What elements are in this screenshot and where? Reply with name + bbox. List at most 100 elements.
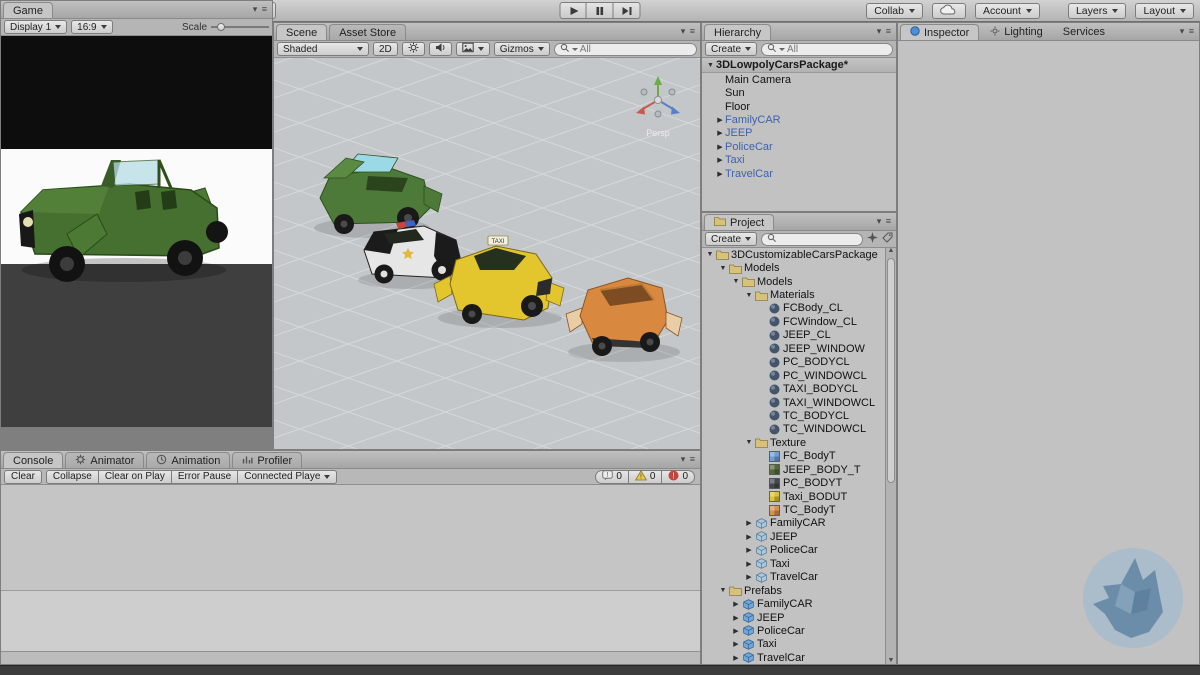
collapsed-arrow-icon[interactable]: ▶ (744, 519, 754, 527)
project-item-prefabs[interactable]: ▼Prefabs (702, 584, 885, 597)
collapsed-arrow-icon[interactable]: ▶ (731, 627, 741, 635)
project-item-3dcustomizablecarspackage[interactable]: ▼3DCustomizableCarsPackage (702, 248, 885, 261)
collapsed-arrow-icon[interactable]: ▶ (744, 546, 754, 554)
gizmo-center[interactable] (654, 96, 661, 103)
expanded-arrow-icon[interactable]: ▼ (705, 62, 716, 69)
project-item-travelcar[interactable]: ▶TravelCar (702, 571, 885, 584)
project-item-policecar[interactable]: ▶PoliceCar (702, 624, 885, 637)
collapsed-arrow-icon[interactable]: ▶ (744, 533, 754, 541)
panel-menu-icon[interactable]: ▾ ≡ (681, 454, 696, 465)
collapsed-arrow-icon[interactable]: ▶ (744, 573, 754, 581)
project-item-jeep[interactable]: ▶JEEP (702, 611, 885, 624)
pause-button[interactable] (587, 2, 614, 19)
collapsed-arrow-icon[interactable]: ▶ (715, 156, 725, 164)
project-item-taxi[interactable]: ▶Taxi (702, 557, 885, 570)
display-dropdown[interactable]: Display 1 (4, 20, 67, 34)
tab-lighting[interactable]: Lighting (981, 24, 1052, 40)
collapsed-arrow-icon[interactable]: ▶ (731, 640, 741, 648)
scene-search-input[interactable]: All (554, 43, 697, 56)
project-item-taxi_windowcl[interactable]: TAXI_WINDOWCL (702, 396, 885, 409)
hierarchy-item-sun[interactable]: Sun (702, 86, 896, 99)
scene-audio-toggle[interactable] (429, 42, 452, 56)
hierarchy-create-dropdown[interactable]: Create (705, 42, 757, 56)
layers-dropdown[interactable]: Layers (1068, 3, 1127, 19)
collab-dropdown[interactable]: Collab (866, 3, 923, 19)
panel-menu-icon[interactable]: ▾ ≡ (681, 26, 696, 37)
persp-label[interactable]: Persp (646, 128, 670, 138)
project-item-fcbody_cl[interactable]: FCBody_CL (702, 302, 885, 315)
hierarchy-scene-root[interactable]: ▼ 3DLowpolyCarsPackage* (702, 58, 896, 73)
scroll-down-icon[interactable]: ▼ (886, 657, 896, 664)
project-create-dropdown[interactable]: Create (705, 232, 757, 246)
shading-mode-dropdown[interactable]: Shaded (277, 42, 369, 56)
collapsed-arrow-icon[interactable]: ▶ (744, 560, 754, 568)
collapsed-arrow-icon[interactable]: ▶ (731, 614, 741, 622)
search-filter-caret-icon[interactable] (572, 48, 578, 51)
connected-player-dropdown[interactable]: Connected Playe (238, 470, 337, 484)
project-search-input[interactable] (761, 233, 863, 246)
tab-hierarchy[interactable]: Hierarchy (704, 24, 771, 40)
expanded-arrow-icon[interactable]: ▼ (718, 265, 728, 272)
hierarchy-item-jeep[interactable]: ▶JEEP (702, 127, 896, 140)
expanded-arrow-icon[interactable]: ▼ (731, 278, 741, 285)
collapsed-arrow-icon[interactable]: ▶ (715, 170, 725, 178)
layout-dropdown[interactable]: Layout (1135, 3, 1194, 19)
console-log-area[interactable] (1, 485, 700, 591)
project-item-texture[interactable]: ▼Texture (702, 436, 885, 449)
project-item-jeep_body_t[interactable]: JEEP_BODY_T (702, 463, 885, 476)
project-item-tc_bodycl[interactable]: TC_BODYCL (702, 409, 885, 422)
project-item-travelcar[interactable]: ▶TravelCar (702, 651, 885, 664)
project-item-jeep_cl[interactable]: JEEP_CL (702, 329, 885, 342)
collapsed-arrow-icon[interactable]: ▶ (715, 116, 725, 124)
clear-on-play-button[interactable]: Clear on Play (99, 470, 172, 484)
search-by-label-icon[interactable] (882, 232, 893, 246)
cloud-button[interactable] (932, 3, 966, 19)
tab-scene[interactable]: Scene (276, 24, 327, 40)
search-filter-caret-icon[interactable] (779, 48, 785, 51)
project-item-models[interactable]: ▼Models (702, 275, 885, 288)
expanded-arrow-icon[interactable]: ▼ (718, 587, 728, 594)
tab-profiler[interactable]: Profiler (232, 452, 302, 468)
project-item-jeep_window[interactable]: JEEP_WINDOW (702, 342, 885, 355)
collapsed-arrow-icon[interactable]: ▶ (715, 129, 725, 137)
step-button[interactable] (614, 2, 641, 19)
hierarchy-item-familycar[interactable]: ▶FamilyCAR (702, 113, 896, 126)
project-item-taxi_bodut[interactable]: Taxi_BODUT (702, 490, 885, 503)
project-item-fcwindow_cl[interactable]: FCWindow_CL (702, 315, 885, 328)
project-item-familycar[interactable]: ▶FamilyCAR (702, 517, 885, 530)
project-item-pc_windowcl[interactable]: PC_WINDOWCL (702, 369, 885, 382)
hierarchy-item-travelcar[interactable]: ▶TravelCar (702, 167, 896, 180)
tab-console[interactable]: Console (3, 452, 63, 468)
collapsed-arrow-icon[interactable]: ▶ (715, 143, 725, 151)
hierarchy-item-floor[interactable]: Floor (702, 100, 896, 113)
project-item-taxi[interactable]: ▶Taxi (702, 638, 885, 651)
error-count-toggle[interactable]: !0 (662, 470, 695, 484)
project-item-pc_bodycl[interactable]: PC_BODYCL (702, 356, 885, 369)
scrollbar-thumb[interactable] (887, 258, 895, 483)
account-dropdown[interactable]: Account (975, 3, 1040, 19)
info-count-toggle[interactable]: !0 (595, 470, 629, 484)
expanded-arrow-icon[interactable]: ▼ (744, 292, 754, 299)
aspect-ratio-dropdown[interactable]: 16:9 (71, 20, 112, 34)
scroll-up-icon[interactable]: ▲ (886, 248, 896, 254)
tab-inspector[interactable]: Inspector (900, 24, 979, 40)
tab-animation[interactable]: Animation (146, 452, 230, 468)
search-by-type-icon[interactable] (867, 232, 878, 246)
collapsed-arrow-icon[interactable]: ▶ (731, 654, 741, 662)
project-item-pc_bodyt[interactable]: PC_BODYT (702, 476, 885, 489)
scale-slider[interactable] (211, 22, 269, 32)
project-item-jeep[interactable]: ▶JEEP (702, 530, 885, 543)
expanded-arrow-icon[interactable]: ▼ (705, 251, 715, 258)
project-item-materials[interactable]: ▼Materials (702, 288, 885, 301)
scene-viewport[interactable]: TAXI (274, 58, 700, 450)
gizmos-dropdown[interactable]: Gizmos (494, 42, 550, 56)
tab-game[interactable]: Game (3, 2, 53, 18)
scale-slider-thumb[interactable] (217, 23, 225, 31)
panel-menu-icon[interactable]: ▾ ≡ (877, 216, 892, 227)
scene-lighting-toggle[interactable] (402, 42, 425, 56)
panel-menu-icon[interactable]: ▾ ≡ (253, 4, 268, 15)
2d-toggle-button[interactable]: 2D (373, 42, 398, 56)
project-item-models[interactable]: ▼Models (702, 261, 885, 274)
hierarchy-search-input[interactable]: All (761, 43, 893, 56)
tab-services[interactable]: Services (1054, 24, 1114, 40)
